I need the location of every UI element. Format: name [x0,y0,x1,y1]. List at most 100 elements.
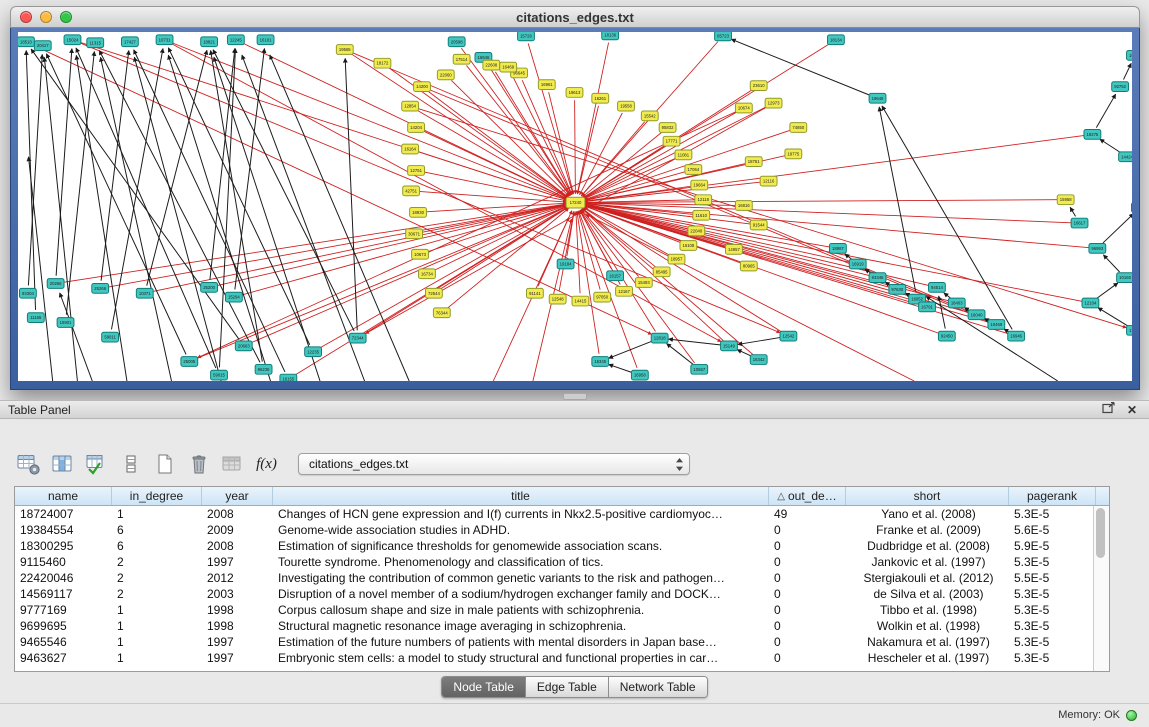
table-row[interactable]: 911546021997Tourette syndrome. Phenomeno… [15,554,1109,570]
network-node[interactable]: 74850 [790,123,807,133]
network-node[interactable]: 16342 [750,355,767,365]
network-edge[interactable] [428,205,568,251]
network-node[interactable]: 12167 [616,286,633,296]
network-node[interactable]: 93304 [19,288,36,298]
network-window-titlebar[interactable]: citations_edges.txt [10,6,1140,28]
network-edge[interactable] [583,44,829,198]
network-node[interactable]: 18987 [829,244,846,254]
network-node[interactable]: 17427 [121,37,138,47]
network-node[interactable]: 80965 [740,261,757,271]
network-node[interactable]: 91141 [526,288,543,298]
network-edge[interactable] [577,43,608,194]
network-edge[interactable] [1096,94,1115,127]
network-node[interactable]: 94514 [929,283,946,293]
network-edge[interactable] [134,50,285,372]
table-row[interactable]: 977716911998Corpus callosum shape and si… [15,602,1109,618]
network-edge[interactable] [668,339,721,345]
network-edge[interactable] [576,211,580,293]
network-node[interactable]: 20266 [47,279,64,289]
network-node[interactable]: 16157 [607,271,624,281]
table-row[interactable]: 946362711997Embryonic stem cells: a mode… [15,650,1109,666]
network-edge[interactable] [495,72,571,195]
network-edge[interactable] [1103,214,1132,243]
network-node[interactable]: 16919 [849,259,866,269]
network-node[interactable]: 42751 [403,186,420,196]
show-columns-icon[interactable] [48,450,77,479]
network-node[interactable]: 85495 [653,267,670,277]
network-node[interactable]: 14200 [414,82,431,92]
network-node[interactable]: 97050 [594,292,611,302]
network-edge[interactable] [1070,207,1075,216]
tab-node-table[interactable]: Node Table [442,677,526,697]
network-node[interactable]: 95832 [659,123,676,133]
network-node[interactable]: 17514 [453,54,470,64]
network-edge[interactable] [1103,255,1119,272]
close-panel-icon[interactable]: ✕ [1127,403,1137,417]
network-edge[interactable] [217,205,567,286]
table-row[interactable]: 946554611997Estimation of the future num… [15,634,1109,650]
network-node[interactable]: 18275 [1084,129,1101,139]
network-edge[interactable] [944,293,951,298]
network-node[interactable]: 12542 [780,331,797,341]
table-options-icon[interactable] [14,450,43,479]
network-node[interactable]: 72544 [425,288,442,298]
tab-edge-table[interactable]: Edge Table [526,677,609,697]
network-node[interactable]: 15024 [64,35,81,45]
network-node[interactable]: 16155 [280,374,297,381]
import-table-icon[interactable] [218,450,247,479]
table-row[interactable]: 2242004622012Investigating the contribut… [15,570,1109,586]
network-edge[interactable] [582,208,655,267]
network-node[interactable]: 16101 [257,35,274,45]
network-node[interactable]: 25200 [201,283,218,293]
network-edge[interactable] [609,364,633,372]
scrollbar-thumb[interactable] [1096,508,1105,558]
column-header-in_degree[interactable]: in_degree [112,487,202,505]
network-node[interactable]: 12751 [408,166,425,176]
network-node[interactable]: 12548 [549,294,566,304]
network-edge[interactable] [575,100,576,194]
split-pane-divider[interactable] [0,391,1149,400]
table-selector-combobox[interactable]: citations_edges.txt [298,453,690,475]
column-header-year[interactable]: year [202,487,273,505]
network-edge[interactable] [28,157,52,381]
network-node[interactable]: 16261 [592,93,609,103]
network-node[interactable]: 25005 [181,357,198,367]
network-edge[interactable] [1100,139,1121,152]
network-edge[interactable] [737,350,751,357]
network-node[interactable]: 18172 [374,58,391,68]
network-edge[interactable] [1097,283,1118,298]
network-edge[interactable] [879,107,915,292]
network-node[interactable]: 18136 [602,32,619,40]
network-edge[interactable] [584,205,870,276]
network-node[interactable]: 15493 [635,278,652,288]
column-header-short[interactable]: short [846,487,1009,505]
network-node[interactable]: 25266 [92,284,109,294]
network-edge[interactable] [364,207,568,334]
network-node[interactable]: 12854 [402,101,419,111]
network-node[interactable]: 19558 [618,101,635,111]
edit-columns-icon[interactable] [82,450,111,479]
network-node[interactable]: 19184 [557,259,574,269]
network-node[interactable]: 19565 [336,45,353,55]
network-node[interactable]: 92752 [1112,82,1129,92]
network-node[interactable]: 10557 [691,364,708,374]
float-panel-icon[interactable] [1102,402,1115,417]
column-header-pagerank[interactable]: pagerank [1009,487,1096,505]
network-node[interactable]: 18134 [828,35,845,45]
network-edge[interactable] [1123,63,1131,79]
network-canvas[interactable]: 1851020417150241131517427107311882112245… [18,32,1132,381]
network-node[interactable]: 15958 [1057,195,1074,205]
column-header-title[interactable]: title [273,487,769,505]
network-node[interactable]: 91544 [750,220,767,230]
network-node[interactable]: 16617 [1071,218,1088,228]
network-node[interactable]: 23610 [750,81,767,91]
network-node[interactable]: 18957 [668,254,685,264]
network-edge[interactable] [243,43,567,199]
network-node[interactable]: 17064 [685,165,702,175]
network-node[interactable]: 10673 [412,249,429,259]
network-node[interactable]: 17240 [566,197,585,208]
network-node[interactable]: 16469 [500,62,517,72]
network-node[interactable]: 19648 [869,93,886,103]
new-column-icon[interactable] [150,450,179,479]
network-node[interactable]: 30671 [406,229,423,239]
